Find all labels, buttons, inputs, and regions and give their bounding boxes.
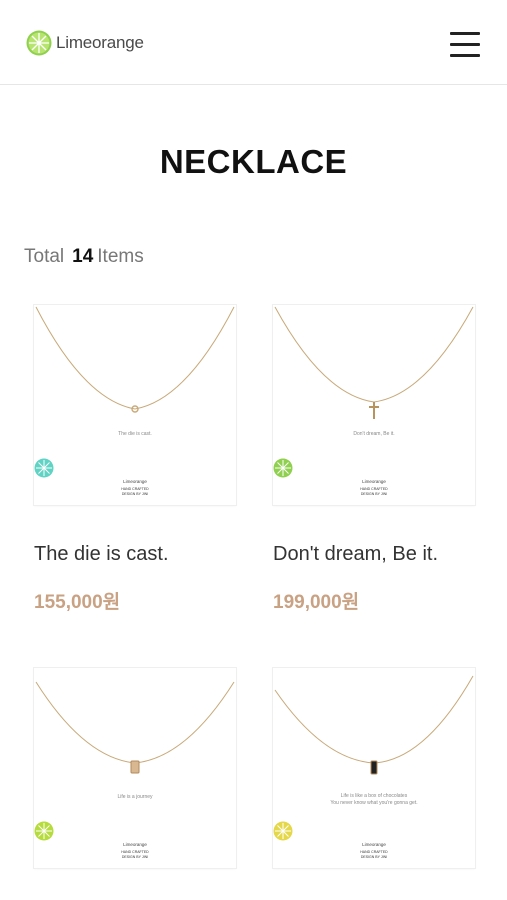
total-label: Total	[24, 246, 65, 267]
card-brand: Limeorange	[362, 479, 386, 484]
product-card[interactable]: Life is a journey Limeorange HAND CRAFTE…	[34, 668, 236, 868]
lime-slice-icon	[34, 821, 54, 841]
card-footer: HAND CRAFTED DESIGN BY JINI	[121, 487, 149, 496]
product-name[interactable]: Don't dream, Be it.	[273, 543, 438, 566]
lime-slice-icon	[273, 458, 293, 478]
card-caption: Life is a journey	[117, 794, 153, 800]
card-caption: The die is cast.	[118, 431, 152, 437]
brand-name: Limeorange	[56, 33, 144, 52]
necklace-ring-icon	[35, 306, 235, 413]
card-footer: HAND CRAFTED DESIGN BY JINI	[360, 487, 388, 496]
brand-logo[interactable]: Limeorange	[26, 30, 144, 56]
necklace-tag-icon	[35, 681, 235, 774]
lime-slice-icon	[34, 458, 54, 478]
necklace-tag-icon	[274, 675, 474, 775]
product-name[interactable]: The die is cast.	[34, 543, 169, 566]
necklace-cross-icon	[274, 306, 474, 419]
page-title: NECKLACE	[159, 143, 348, 180]
card-brand: Limeorange	[362, 842, 386, 847]
product-image[interactable]: The die is cast. Limeorange HAND CRAFTED…	[34, 305, 236, 505]
product-price: 155,000원	[34, 592, 121, 613]
lime-slice-icon	[273, 821, 293, 841]
card-brand: Limeorange	[123, 842, 147, 847]
product-card[interactable]: The die is cast. Limeorange HAND CRAFTED…	[34, 305, 236, 613]
hamburger-menu-icon[interactable]	[450, 32, 480, 58]
product-image[interactable]: Life is like a box of chocolates You nev…	[273, 668, 475, 868]
card-footer: HAND CRAFTED DESIGN BY JINI	[121, 850, 149, 859]
card-caption: Life is like a box of chocolates You nev…	[330, 793, 418, 806]
total-count: 14	[72, 246, 94, 267]
item-count: Total 14 Items	[24, 246, 144, 268]
product-card[interactable]: Don't dream, Be it. Limeorange HAND CRAF…	[273, 305, 475, 613]
product-card[interactable]: Life is like a box of chocolates You nev…	[273, 668, 475, 868]
product-price: 199,000원	[273, 592, 360, 613]
product-image[interactable]: Don't dream, Be it. Limeorange HAND CRAF…	[273, 305, 475, 505]
product-image[interactable]: Life is a journey Limeorange HAND CRAFTE…	[34, 668, 236, 868]
card-footer: HAND CRAFTED DESIGN BY JINI	[360, 850, 388, 859]
card-brand: Limeorange	[123, 479, 147, 484]
card-caption: Don't dream, Be it.	[353, 431, 395, 437]
site-header: Limeorange	[0, 0, 507, 85]
lime-slice-icon	[26, 30, 52, 56]
items-label: Items	[97, 246, 144, 267]
